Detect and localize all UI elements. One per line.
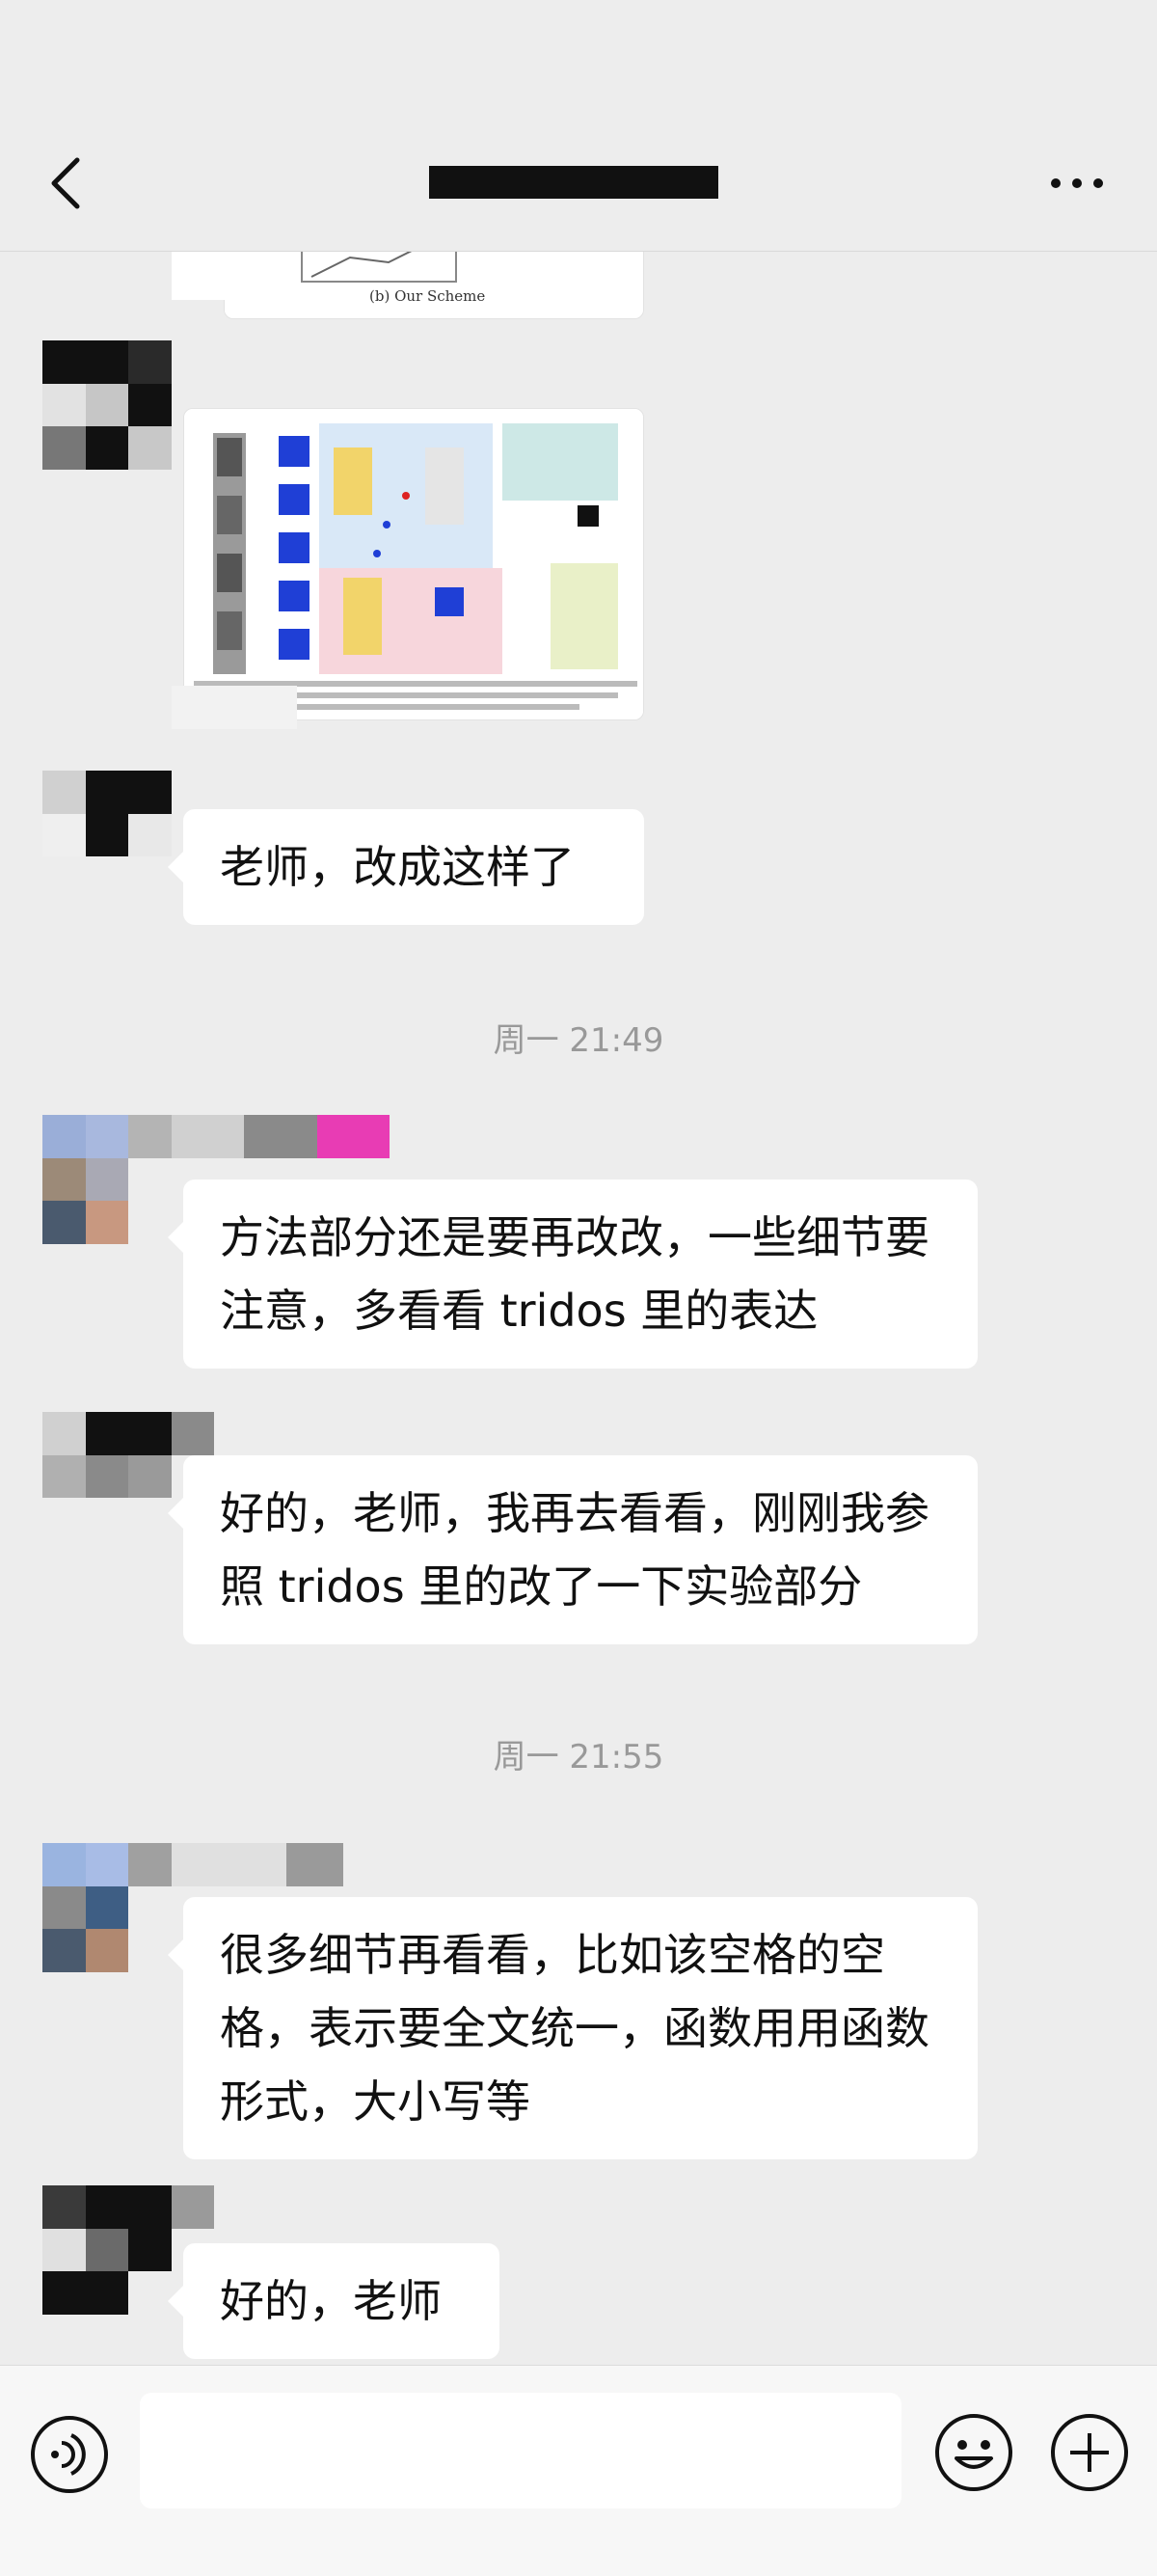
avatar[interactable] [42,2185,172,2315]
image-message[interactable]: (b) Our Scheme [224,252,644,319]
timestamp: 周一 21:55 [493,1738,664,1776]
redacted-title [429,166,718,199]
more-button[interactable] [1043,149,1111,217]
message-bubble[interactable]: 很多细节再看看，比如该空格的空格，表示要全文统一，函数用用函数形式，大小写等 [168,1897,978,2159]
message-bubble[interactable]: 好的，老师，我再去看看，刚刚我参照 tridos 里的改了一下实验部分 [168,1455,978,1644]
redacted-block [172,1412,214,1455]
image-message[interactable] [183,408,644,720]
more-actions-button[interactable] [1049,2412,1130,2493]
emoji-icon [935,2414,1012,2491]
message-bubble[interactable]: 老师，改成这样了 [168,809,644,925]
chevron-left-icon [51,157,80,209]
redacted-block [172,1115,390,1158]
redacted-block [172,252,225,300]
more-dots-icon [1051,178,1103,188]
message-bubble[interactable]: 好的，老师 [168,2243,499,2359]
avatar[interactable] [42,1412,172,1541]
avatar[interactable] [42,340,172,470]
plus-icon [1051,2414,1128,2491]
voice-icon [31,2416,108,2493]
avatar[interactable] [42,771,172,900]
message-bubble[interactable]: 方法部分还是要再改改，一些细节要注意，多看看 tridos 里的表达 [168,1180,978,1369]
figure-caption: (b) Our Scheme [369,287,485,305]
redacted-block [172,2185,214,2229]
avatar[interactable] [42,1115,172,1244]
emoji-button[interactable] [933,2412,1014,2493]
method-diagram-thumbnail [184,409,643,719]
redacted-block [172,686,297,729]
redacted-block [172,1843,343,1886]
figure-thumbnail: (b) Our Scheme [225,252,643,318]
avatar[interactable] [42,1843,172,1972]
message-input[interactable] [140,2393,901,2508]
chat-header [0,0,1157,252]
voice-button[interactable] [29,2414,110,2495]
back-button[interactable] [40,149,89,217]
input-bar [0,2365,1157,2576]
timestamp: 周一 21:49 [493,1021,664,1060]
message-list[interactable]: (b) Our Scheme 老师，改成这样了 周一 21:49 方法部分还是要… [0,252,1157,2364]
